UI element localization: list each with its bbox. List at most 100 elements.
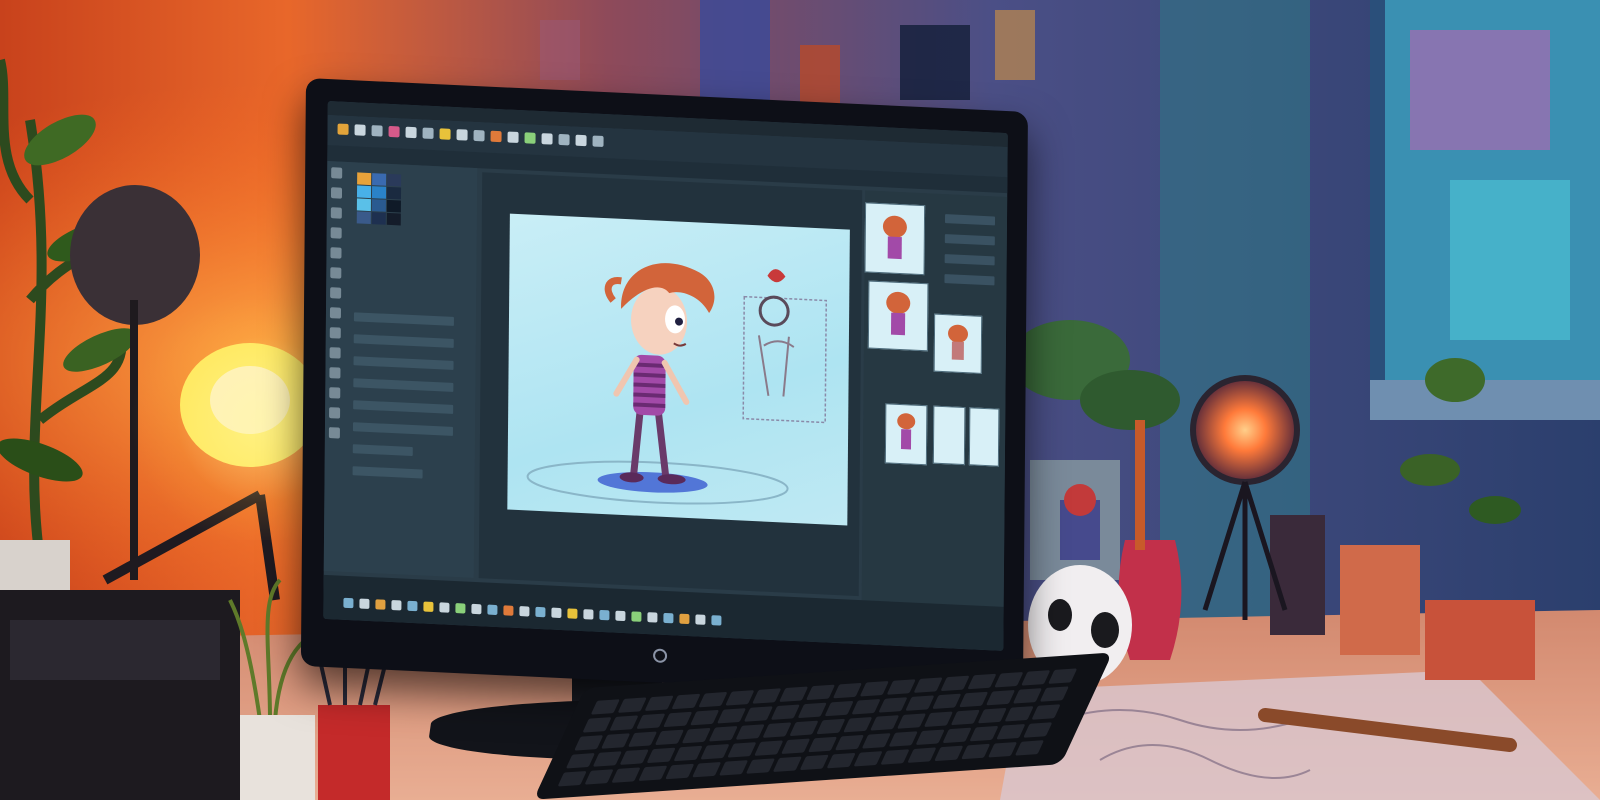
property-row[interactable] [352, 444, 413, 457]
drawing-canvas[interactable] [507, 213, 850, 526]
color-swatch[interactable] [372, 173, 387, 186]
keyboard-key [557, 771, 587, 787]
hand-tool-icon[interactable] [507, 131, 519, 144]
timeline-button-icon[interactable] [711, 615, 722, 626]
tool-slot-icon[interactable] [330, 227, 342, 239]
tool-slot-icon[interactable] [328, 427, 340, 439]
keyboard-key [663, 711, 693, 728]
keyboard-key [950, 709, 980, 726]
timeline-button-icon[interactable] [359, 598, 370, 610]
timeline-button-icon[interactable] [439, 602, 450, 613]
photo-scene [0, 0, 1600, 800]
text-tool-icon[interactable] [473, 129, 485, 142]
brush-tool-icon[interactable] [337, 123, 349, 136]
keyboard-key [987, 741, 1018, 758]
timeline-button-icon[interactable] [391, 600, 402, 611]
timeline-button-icon[interactable] [423, 601, 434, 613]
frame-thumbnail[interactable] [932, 405, 966, 466]
property-row[interactable] [944, 254, 995, 266]
keyboard-key [789, 720, 819, 737]
property-row[interactable] [353, 334, 454, 348]
color-swatch[interactable] [386, 212, 401, 226]
eraser-tool-icon[interactable] [371, 125, 383, 137]
property-row[interactable] [353, 356, 454, 370]
tool-slot-icon[interactable] [330, 247, 342, 259]
timeline-button-icon[interactable] [487, 604, 498, 616]
timeline-button-icon[interactable] [407, 600, 418, 612]
keyboard-key [646, 747, 676, 764]
timeline-button-icon[interactable] [679, 613, 690, 625]
tool-slot-icon[interactable] [330, 187, 343, 199]
color-swatch[interactable] [371, 212, 386, 225]
keyboard-key [644, 695, 674, 712]
fill-tool-icon[interactable] [388, 125, 400, 138]
tool-slot-icon[interactable] [330, 267, 342, 279]
property-row[interactable] [352, 466, 423, 479]
tool-slot-icon[interactable] [329, 327, 341, 339]
property-row[interactable] [352, 422, 454, 436]
timeline-button-icon[interactable] [567, 608, 578, 619]
settings-icon[interactable] [592, 135, 604, 148]
timeline-button-icon[interactable] [519, 606, 530, 617]
timeline-button-icon[interactable] [503, 605, 514, 616]
property-row[interactable] [353, 378, 454, 392]
timeline-button-icon[interactable] [631, 611, 642, 622]
timeline-button-icon[interactable] [343, 597, 354, 609]
keyboard-key [752, 688, 782, 704]
tool-slot-icon[interactable] [329, 307, 342, 319]
transform-tool-icon[interactable] [524, 132, 536, 144]
camera-icon[interactable] [558, 133, 570, 146]
color-swatch[interactable] [356, 198, 371, 212]
timeline-button-icon[interactable] [471, 603, 482, 615]
tool-slot-icon[interactable] [331, 167, 343, 179]
color-swatch[interactable] [386, 199, 401, 213]
color-swatch[interactable] [371, 186, 387, 199]
frame-thumbnail[interactable] [968, 407, 1000, 467]
play-icon[interactable] [575, 134, 587, 147]
tool-slot-icon[interactable] [330, 287, 342, 299]
property-row[interactable] [944, 274, 995, 286]
timeline-button-icon[interactable] [695, 614, 706, 625]
keyboard-key [932, 693, 962, 710]
color-swatch[interactable] [387, 173, 402, 187]
color-swatch[interactable] [357, 172, 372, 186]
zoom-tool-icon[interactable] [490, 130, 502, 143]
timeline-button-icon[interactable] [599, 609, 610, 621]
timeline-button-icon[interactable] [375, 599, 386, 610]
onion-skin-icon[interactable] [541, 133, 553, 145]
timeline-button-icon[interactable] [647, 612, 658, 623]
frame-thumbnail[interactable] [867, 280, 929, 352]
selection-tool-icon[interactable] [405, 126, 417, 139]
frame-thumbnail[interactable] [864, 202, 926, 276]
keyboard-key [961, 743, 991, 760]
color-swatch[interactable] [386, 186, 402, 200]
timeline-button-icon[interactable] [615, 610, 626, 622]
pencil-tool-icon[interactable] [354, 124, 366, 136]
property-row[interactable] [353, 400, 454, 414]
keyboard-key [859, 681, 889, 697]
color-swatch[interactable] [356, 185, 372, 199]
keyboard-key [1031, 704, 1061, 720]
property-row[interactable] [944, 234, 995, 246]
keyboard-key [853, 751, 883, 767]
tool-slot-icon[interactable] [329, 407, 341, 419]
color-swatch[interactable] [356, 211, 371, 225]
color-picker-icon[interactable] [439, 128, 451, 140]
color-swatch[interactable] [371, 199, 386, 212]
tool-slot-icon[interactable] [329, 387, 341, 399]
keyboard-key [1039, 686, 1069, 702]
timeline-button-icon[interactable] [583, 609, 594, 620]
frame-thumbnail[interactable] [933, 313, 983, 374]
shape-tool-icon[interactable] [456, 129, 468, 141]
timeline-button-icon[interactable] [551, 607, 562, 619]
timeline-button-icon[interactable] [455, 603, 466, 614]
timeline-button-icon[interactable] [663, 612, 674, 624]
property-row[interactable] [353, 312, 454, 326]
frame-thumbnail[interactable] [884, 403, 928, 466]
property-row[interactable] [944, 214, 996, 226]
tool-slot-icon[interactable] [330, 207, 342, 219]
timeline-button-icon[interactable] [535, 606, 546, 618]
tool-slot-icon[interactable] [329, 367, 341, 379]
layers-icon[interactable] [422, 127, 434, 140]
tool-slot-icon[interactable] [329, 347, 341, 359]
